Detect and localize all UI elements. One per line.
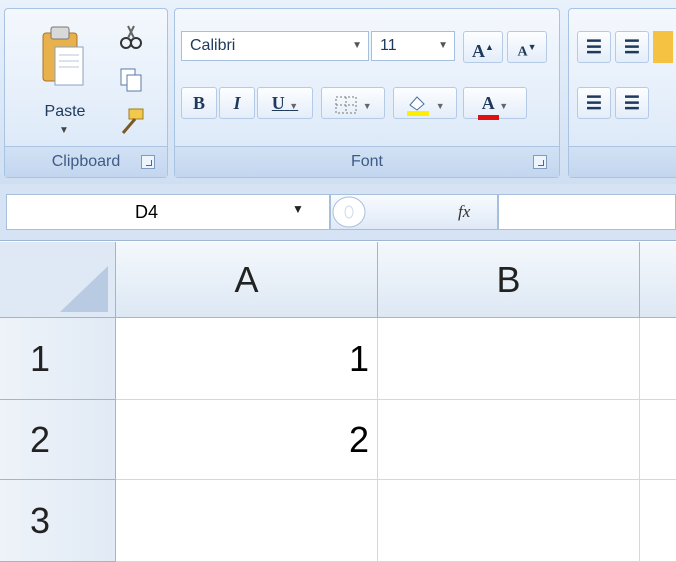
font-name-dropdown-icon[interactable]: ▼	[352, 32, 362, 60]
clipboard-group: Paste ▼ Clipboard	[4, 8, 168, 178]
font-group: Calibri ▼ 11 ▼ A▲ A▼ B I U ▼ ▼ ▼ A ▼ Fon…	[174, 8, 560, 178]
bold-icon: B	[192, 93, 205, 113]
underline-button[interactable]: U ▼	[257, 87, 313, 119]
cell-a1[interactable]: 1	[116, 318, 378, 400]
grow-font-button[interactable]: A▲	[463, 31, 503, 63]
middle-align-icon: ☰	[623, 37, 641, 57]
underline-dropdown-icon[interactable]: ▼	[289, 101, 298, 111]
row-header-2[interactable]: 2	[0, 400, 116, 480]
column-header-b[interactable]: B	[378, 242, 640, 318]
column-header-a[interactable]: A	[116, 242, 378, 318]
font-name-value: Calibri	[190, 37, 236, 54]
cut-icon	[120, 25, 142, 49]
cut-button[interactable]	[117, 23, 145, 51]
alignment-group-label	[569, 146, 676, 177]
borders-button[interactable]: ▼	[321, 87, 385, 119]
italic-icon: I	[233, 93, 241, 113]
font-name-combo[interactable]: Calibri ▼	[181, 31, 369, 61]
fill-color-dropdown-icon[interactable]: ▼	[436, 101, 445, 111]
name-box-dropdown-icon[interactable]: ▼	[292, 202, 304, 216]
format-painter-icon	[121, 108, 144, 134]
shrink-font-icon: A	[517, 44, 528, 60]
insert-function-icon[interactable]: fx	[458, 202, 470, 222]
top-align-icon: ☰	[585, 37, 603, 57]
copy-icon	[120, 68, 142, 92]
row-header-1[interactable]: 1	[0, 318, 116, 400]
top-align-button[interactable]: ☰	[577, 31, 611, 63]
fill-color-button[interactable]: ▼	[393, 87, 457, 119]
spreadsheet-grid: A B 1 1 2 2 3	[0, 242, 676, 562]
italic-button[interactable]: I	[219, 87, 255, 119]
grow-font-icon: A	[472, 41, 486, 61]
cell-a2[interactable]: 2	[116, 400, 378, 480]
column-header-c[interactable]	[640, 242, 676, 318]
name-box[interactable]: D4	[6, 194, 330, 230]
borders-icon	[335, 96, 357, 114]
cell-c3[interactable]	[640, 480, 676, 562]
paste-button[interactable]: Paste ▼	[23, 25, 107, 145]
font-size-combo[interactable]: 11 ▼	[371, 31, 455, 61]
formula-bar: D4 ▼ fx	[0, 184, 676, 241]
center-icon: ☰	[623, 93, 641, 113]
cell-b3[interactable]	[378, 480, 640, 562]
fill-color-icon	[407, 96, 430, 116]
row-header-3[interactable]: 3	[0, 480, 116, 562]
center-button[interactable]: ☰	[615, 87, 649, 119]
ribbon: Paste ▼ Clipboard Calibri ▼ 11 ▼ A▲ A▼ B…	[0, 0, 676, 185]
cell-c2[interactable]	[640, 400, 676, 480]
font-group-label: Font	[175, 146, 559, 177]
cell-c1[interactable]	[640, 318, 676, 400]
font-color-button[interactable]: A ▼	[463, 87, 527, 120]
formula-resize-handle-icon[interactable]	[329, 195, 369, 229]
wrap-text-icon[interactable]	[653, 31, 673, 63]
formula-bar-button-area	[330, 194, 498, 230]
shrink-font-button[interactable]: A▼	[507, 31, 547, 63]
middle-align-button[interactable]: ☰	[615, 31, 649, 63]
cell-a3[interactable]	[116, 480, 378, 562]
borders-dropdown-icon[interactable]: ▼	[363, 101, 372, 111]
font-color-dropdown-icon[interactable]: ▼	[499, 101, 508, 111]
align-left-button[interactable]: ☰	[577, 87, 611, 119]
font-dialog-launcher-icon[interactable]	[533, 155, 547, 169]
font-color-icon: A	[477, 88, 499, 120]
formula-input[interactable]	[498, 194, 676, 230]
font-color-letter: A	[481, 93, 495, 113]
underline-icon: U	[271, 93, 285, 113]
select-all-triangle-icon	[60, 266, 108, 312]
font-size-dropdown-icon[interactable]: ▼	[438, 32, 448, 60]
cell-b2[interactable]	[378, 400, 640, 480]
clipboard-dialog-launcher-icon[interactable]	[141, 155, 155, 169]
bold-button[interactable]: B	[181, 87, 217, 119]
paste-icon	[42, 26, 84, 86]
paste-label: Paste	[44, 103, 86, 120]
alignment-group: ☰ ☰ ☰ ☰	[568, 8, 676, 178]
align-left-icon: ☰	[585, 93, 603, 113]
cell-b1[interactable]	[378, 318, 640, 400]
paste-dropdown-arrow-icon[interactable]: ▼	[59, 125, 69, 136]
format-painter-button[interactable]	[117, 107, 145, 135]
font-size-value: 11	[380, 37, 397, 54]
copy-button[interactable]	[117, 65, 145, 93]
select-all-corner[interactable]	[0, 242, 116, 318]
